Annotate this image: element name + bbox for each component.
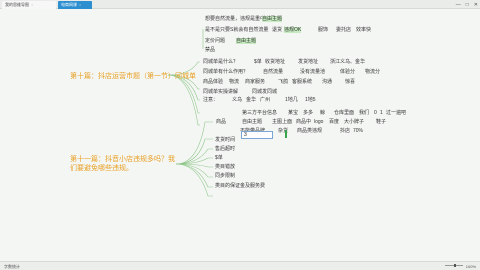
topic-node[interactable]: 注意：: [203, 97, 218, 103]
topic-node[interactable]: 鲸: [320, 110, 325, 116]
topic-node[interactable]: 仓库里面: [334, 110, 354, 116]
branch-title-11[interactable]: 第十一篇：抖音小店违规多吗？我们要避免哪些违规。: [70, 155, 178, 173]
topic-node[interactable]: 0: [374, 110, 377, 116]
topic-node[interactable]: 禁品: [205, 47, 215, 53]
topic-node[interactable]: 体验分: [340, 69, 355, 75]
topic-node[interactable]: logo: [314, 119, 323, 125]
topic-node[interactable]: 售后超时: [215, 146, 235, 152]
topic-node[interactable]: 违规OK: [284, 27, 302, 33]
topic-node[interactable]: 1地几: [285, 97, 298, 103]
free-topic-node[interactable]: 自由主题: [242, 119, 262, 125]
topic-node[interactable]: 是不是只要S就会有自然流量: [205, 27, 268, 33]
topic-node[interactable]: $单: [254, 59, 262, 65]
topic-node[interactable]: 自然流量: [263, 69, 283, 75]
tab-label: 我的思维导图: [5, 2, 29, 7]
topic-node[interactable]: 商品: [216, 119, 226, 125]
topic-node[interactable]: 广州: [260, 97, 270, 103]
tab-active-course[interactable]: 电商网课 ×: [58, 1, 92, 9]
topic-node[interactable]: 大小牌子: [344, 119, 364, 125]
close-window-icon[interactable]: ✕: [474, 2, 478, 8]
topic-node[interactable]: 抖店: [340, 128, 350, 134]
topic-node[interactable]: 1: [380, 110, 383, 116]
topic-node[interactable]: 发货地址: [298, 59, 318, 65]
minimize-icon[interactable]: —: [456, 2, 461, 8]
topic-node[interactable]: 客服系统: [292, 79, 312, 85]
topic-node[interactable]: 我们: [359, 110, 369, 116]
tab-mindmap[interactable]: 我的思维导图 ×: [2, 1, 56, 9]
topic-node[interactable]: 沟通: [322, 79, 332, 85]
topic-node[interactable]: 鞋子: [376, 119, 386, 125]
topic-node[interactable]: 义乌: [232, 97, 242, 103]
topic-node[interactable]: 同城单是什么？: [203, 59, 238, 65]
status-text: 字数统计: [4, 264, 20, 269]
topic-node[interactable]: 同城单有什么作用？: [203, 69, 248, 75]
topic-node[interactable]: 同步限制: [215, 173, 235, 179]
topic-node[interactable]: 同城发同城: [252, 89, 277, 95]
topic-node[interactable]: 某宝: [288, 110, 298, 116]
topic-node[interactable]: 浙江义乌、金华: [330, 59, 365, 65]
zoom-handle[interactable]: [453, 264, 456, 267]
topic-node[interactable]: 收货地址: [265, 59, 285, 65]
status-bar: 字数统计 100%: [0, 261, 480, 270]
topic-node[interactable]: 效率快: [356, 27, 371, 33]
topic-node[interactable]: 定价问题: [205, 38, 225, 44]
node-edit-input[interactable]: 3: [241, 131, 273, 139]
topic-node[interactable]: 委托店: [336, 27, 351, 33]
topic-node[interactable]: 发货时间: [215, 137, 235, 143]
topic-node[interactable]: 类目的保证金及服务费: [215, 183, 265, 189]
topic-node[interactable]: 物流分: [365, 69, 380, 75]
free-topic-node[interactable]: 自由主题: [236, 38, 257, 44]
topic-node[interactable]: 商家服务: [245, 79, 265, 85]
close-icon[interactable]: ×: [79, 2, 81, 7]
maximize-icon[interactable]: □: [466, 2, 469, 8]
topic-node[interactable]: 过一遍吧: [386, 110, 406, 116]
topic-node[interactable]: $单: [215, 155, 223, 161]
topic-node[interactable]: 惊喜: [345, 79, 355, 85]
topic-node[interactable]: 物流: [229, 79, 239, 85]
topic-node[interactable]: 没有流量池: [300, 69, 325, 75]
topic-node[interactable]: 商品体验: [203, 79, 223, 85]
topic-node[interactable]: 服饰: [318, 27, 328, 33]
topic-node[interactable]: 退货: [272, 27, 282, 33]
topic-node[interactable]: 主图上面: [272, 119, 292, 125]
topic-node[interactable]: 商品中: [296, 119, 311, 125]
zoom-slider[interactable]: [444, 264, 463, 267]
zoom-control: 100%: [444, 264, 476, 269]
tab-label: 电商网课: [61, 2, 77, 7]
branch-title-10[interactable]: 第十篇：抖店运营市题（第一节）同城单: [70, 72, 196, 81]
zoom-level: 100%: [465, 264, 476, 269]
topic-node[interactable]: 1地5: [305, 97, 316, 103]
topic-node[interactable]: 类目错放: [215, 164, 235, 170]
topic-node[interactable]: 金华: [246, 97, 256, 103]
mindmap-canvas[interactable]: 想要自然流量，违规是重中之重 自由主题 是不是只要S就会有自然流量 退货 违规O…: [0, 9, 480, 261]
topic-node[interactable]: 飞鸽: [278, 79, 288, 85]
topic-node[interactable]: 第三方平台信息: [242, 110, 277, 116]
title-bar: 我的思维导图 × 电商网课 × — □ ✕: [0, 0, 480, 9]
topic-node[interactable]: 70%: [353, 128, 363, 134]
topic-node[interactable]: 商品类违规: [297, 128, 322, 134]
topic-node[interactable]: 百度: [329, 119, 339, 125]
connector-lines: [167, 29, 213, 197]
free-topic-node[interactable]: 自由主题: [262, 16, 283, 22]
selection-marker: [285, 130, 287, 138]
window-controls: — □ ✕: [456, 0, 478, 9]
close-icon[interactable]: ×: [31, 2, 33, 7]
topic-node[interactable]: 多多: [303, 110, 313, 116]
topic-node[interactable]: 同城单实操讲解: [203, 89, 238, 95]
